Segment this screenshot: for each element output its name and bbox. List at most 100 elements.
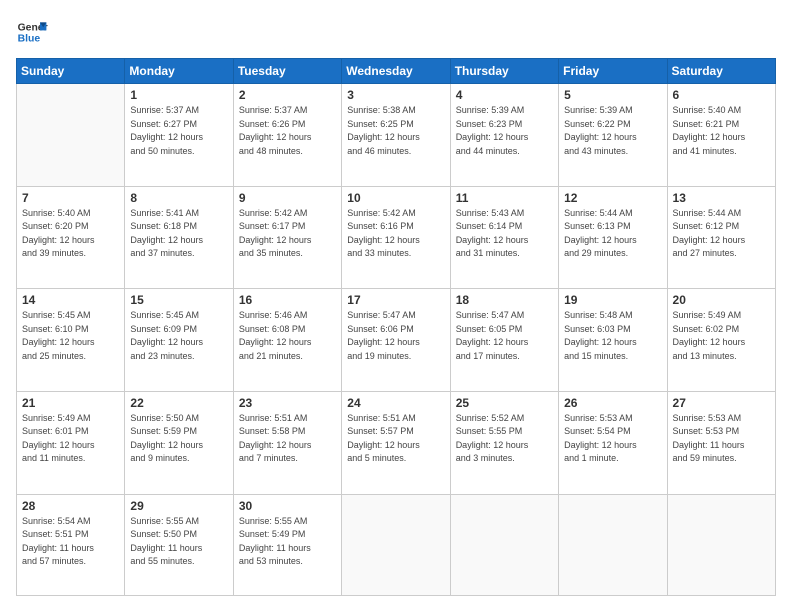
day-info: Sunrise: 5:51 AM Sunset: 5:57 PM Dayligh… [347,412,444,466]
day-info: Sunrise: 5:43 AM Sunset: 6:14 PM Dayligh… [456,207,553,261]
day-number: 14 [22,293,119,307]
calendar-cell: 26 Sunrise: 5:53 AM Sunset: 5:54 PM Dayli… [559,391,667,494]
day-info: Sunrise: 5:44 AM Sunset: 6:13 PM Dayligh… [564,207,661,261]
calendar-cell: 4 Sunrise: 5:39 AM Sunset: 6:23 PM Daylig… [450,84,558,187]
day-number: 10 [347,191,444,205]
calendar-cell: 22 Sunrise: 5:50 AM Sunset: 5:59 PM Dayli… [125,391,233,494]
day-info: Sunrise: 5:40 AM Sunset: 6:21 PM Dayligh… [673,104,770,158]
day-number: 8 [130,191,227,205]
day-number: 15 [130,293,227,307]
day-number: 17 [347,293,444,307]
day-number: 11 [456,191,553,205]
calendar-week-row: 1 Sunrise: 5:37 AM Sunset: 6:27 PM Daylig… [17,84,776,187]
day-info: Sunrise: 5:55 AM Sunset: 5:50 PM Dayligh… [130,515,227,569]
day-number: 18 [456,293,553,307]
day-number: 29 [130,499,227,513]
calendar-cell: 12 Sunrise: 5:44 AM Sunset: 6:13 PM Dayli… [559,186,667,289]
calendar-cell: 28 Sunrise: 5:54 AM Sunset: 5:51 PM Dayli… [17,494,125,595]
calendar-cell: 19 Sunrise: 5:48 AM Sunset: 6:03 PM Dayli… [559,289,667,392]
day-number: 1 [130,88,227,102]
weekday-header-friday: Friday [559,59,667,84]
calendar-cell: 29 Sunrise: 5:55 AM Sunset: 5:50 PM Dayli… [125,494,233,595]
calendar-cell: 7 Sunrise: 5:40 AM Sunset: 6:20 PM Daylig… [17,186,125,289]
weekday-header-tuesday: Tuesday [233,59,341,84]
day-number: 13 [673,191,770,205]
day-number: 7 [22,191,119,205]
day-info: Sunrise: 5:41 AM Sunset: 6:18 PM Dayligh… [130,207,227,261]
day-number: 16 [239,293,336,307]
calendar-cell [450,494,558,595]
day-number: 27 [673,396,770,410]
day-number: 24 [347,396,444,410]
calendar-cell: 25Sunrise: 5:52 AM Sunset: 5:55 PM Dayli… [450,391,558,494]
calendar-cell: 3 Sunrise: 5:38 AM Sunset: 6:25 PM Daylig… [342,84,450,187]
svg-text:Blue: Blue [18,34,41,45]
day-info: Sunrise: 5:38 AM Sunset: 6:25 PM Dayligh… [347,104,444,158]
calendar-cell [342,494,450,595]
calendar-cell: 21Sunrise: 5:49 AM Sunset: 6:01 PM Dayli… [17,391,125,494]
day-number: 25 [456,396,553,410]
calendar-cell: 23 Sunrise: 5:51 AM Sunset: 5:58 PM Dayli… [233,391,341,494]
day-info: Sunrise: 5:54 AM Sunset: 5:51 PM Dayligh… [22,515,119,569]
calendar-cell: 15Sunrise: 5:45 AM Sunset: 6:09 PM Dayli… [125,289,233,392]
calendar-cell: 30 Sunrise: 5:55 AM Sunset: 5:49 PM Dayli… [233,494,341,595]
logo-icon: General Blue [16,16,48,48]
day-info: Sunrise: 5:42 AM Sunset: 6:17 PM Dayligh… [239,207,336,261]
calendar-cell [17,84,125,187]
weekday-header-thursday: Thursday [450,59,558,84]
calendar-cell: 18 Sunrise: 5:47 AM Sunset: 6:05 PM Dayli… [450,289,558,392]
day-number: 3 [347,88,444,102]
day-info: Sunrise: 5:50 AM Sunset: 5:59 PM Dayligh… [130,412,227,466]
day-info: Sunrise: 5:46 AM Sunset: 6:08 PM Dayligh… [239,309,336,363]
day-info: Sunrise: 5:48 AM Sunset: 6:03 PM Dayligh… [564,309,661,363]
day-info: Sunrise: 5:49 AM Sunset: 6:02 PM Dayligh… [673,309,770,363]
calendar-cell: 11 Sunrise: 5:43 AM Sunset: 6:14 PM Dayli… [450,186,558,289]
weekday-header-monday: Monday [125,59,233,84]
day-number: 12 [564,191,661,205]
day-number: 5 [564,88,661,102]
weekday-header-row: SundayMondayTuesdayWednesdayThursdayFrid… [17,59,776,84]
day-info: Sunrise: 5:51 AM Sunset: 5:58 PM Dayligh… [239,412,336,466]
day-info: Sunrise: 5:53 AM Sunset: 5:53 PM Dayligh… [673,412,770,466]
day-info: Sunrise: 5:39 AM Sunset: 6:23 PM Dayligh… [456,104,553,158]
calendar-cell: 1 Sunrise: 5:37 AM Sunset: 6:27 PM Daylig… [125,84,233,187]
day-info: Sunrise: 5:40 AM Sunset: 6:20 PM Dayligh… [22,207,119,261]
day-number: 28 [22,499,119,513]
calendar-week-row: 14 Sunrise: 5:45 AM Sunset: 6:10 PM Dayli… [17,289,776,392]
day-info: Sunrise: 5:47 AM Sunset: 6:05 PM Dayligh… [456,309,553,363]
day-info: Sunrise: 5:44 AM Sunset: 6:12 PM Dayligh… [673,207,770,261]
day-info: Sunrise: 5:49 AM Sunset: 6:01 PM Dayligh… [22,412,119,466]
day-info: Sunrise: 5:42 AM Sunset: 6:16 PM Dayligh… [347,207,444,261]
day-info: Sunrise: 5:47 AM Sunset: 6:06 PM Dayligh… [347,309,444,363]
day-info: Sunrise: 5:53 AM Sunset: 5:54 PM Dayligh… [564,412,661,466]
header: General Blue [16,16,776,48]
calendar-cell: 5 Sunrise: 5:39 AM Sunset: 6:22 PM Daylig… [559,84,667,187]
calendar-cell: 10 Sunrise: 5:42 AM Sunset: 6:16 PM Dayli… [342,186,450,289]
day-number: 30 [239,499,336,513]
calendar-week-row: 7 Sunrise: 5:40 AM Sunset: 6:20 PM Daylig… [17,186,776,289]
calendar-week-row: 21Sunrise: 5:49 AM Sunset: 6:01 PM Dayli… [17,391,776,494]
day-number: 22 [130,396,227,410]
weekday-header-saturday: Saturday [667,59,775,84]
day-info: Sunrise: 5:45 AM Sunset: 6:10 PM Dayligh… [22,309,119,363]
calendar-cell: 27 Sunrise: 5:53 AM Sunset: 5:53 PM Dayli… [667,391,775,494]
calendar-cell: 2Sunrise: 5:37 AM Sunset: 6:26 PM Daylig… [233,84,341,187]
day-info: Sunrise: 5:37 AM Sunset: 6:26 PM Dayligh… [239,104,336,158]
day-info: Sunrise: 5:55 AM Sunset: 5:49 PM Dayligh… [239,515,336,569]
calendar-cell: 8 Sunrise: 5:41 AM Sunset: 6:18 PM Daylig… [125,186,233,289]
day-number: 20 [673,293,770,307]
weekday-header-sunday: Sunday [17,59,125,84]
day-number: 6 [673,88,770,102]
day-info: Sunrise: 5:37 AM Sunset: 6:27 PM Dayligh… [130,104,227,158]
day-info: Sunrise: 5:39 AM Sunset: 6:22 PM Dayligh… [564,104,661,158]
day-number: 26 [564,396,661,410]
day-number: 4 [456,88,553,102]
day-number: 23 [239,396,336,410]
calendar-cell: 9Sunrise: 5:42 AM Sunset: 6:17 PM Daylig… [233,186,341,289]
calendar-cell: 16 Sunrise: 5:46 AM Sunset: 6:08 PM Dayli… [233,289,341,392]
calendar-cell [667,494,775,595]
calendar-cell: 17 Sunrise: 5:47 AM Sunset: 6:06 PM Dayli… [342,289,450,392]
day-number: 19 [564,293,661,307]
calendar-cell: 20 Sunrise: 5:49 AM Sunset: 6:02 PM Dayli… [667,289,775,392]
weekday-header-wednesday: Wednesday [342,59,450,84]
